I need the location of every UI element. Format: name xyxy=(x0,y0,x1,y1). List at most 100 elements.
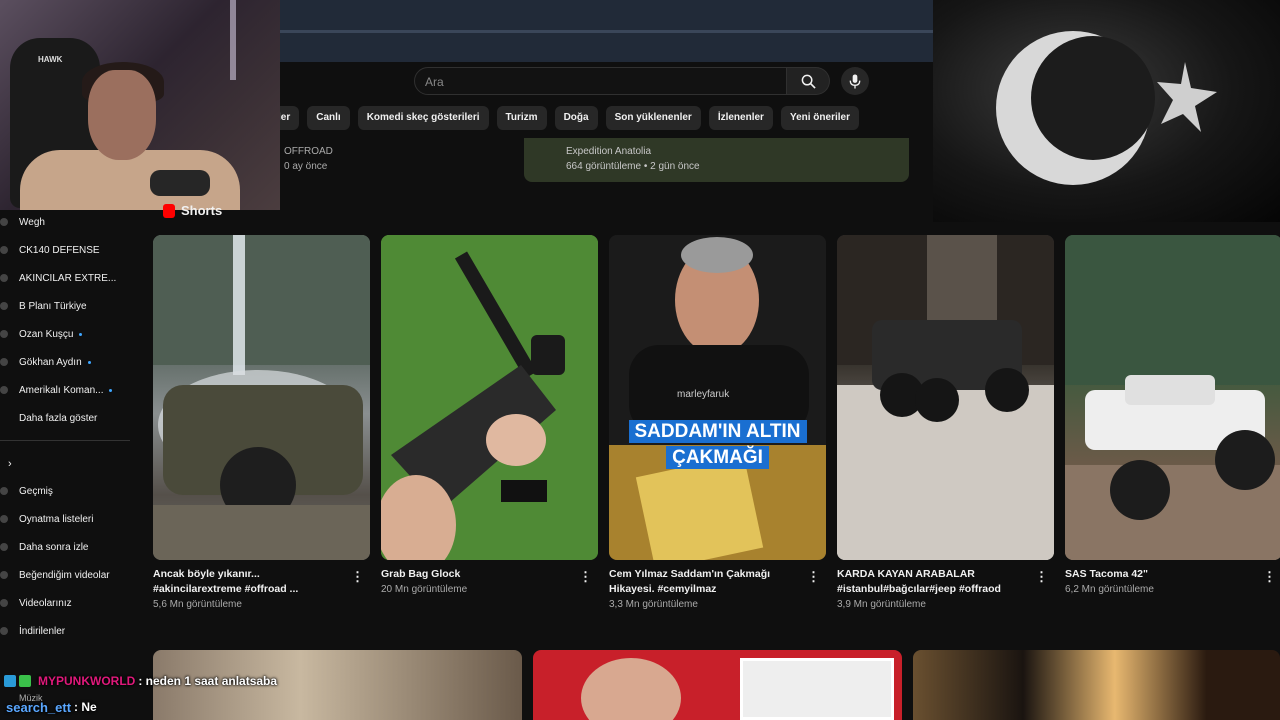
short-views: 5,6 Mn görüntüleme xyxy=(153,599,242,610)
sidebar-item-label: Ozan Kuşçu xyxy=(19,328,74,340)
prev-video-age: 0 ay önce xyxy=(284,161,328,172)
more-options-icon[interactable]: ⋮ xyxy=(1035,569,1048,585)
channel-avatar xyxy=(0,358,8,366)
sidebar-item-label: İndirilenler xyxy=(19,625,66,637)
filter-chips: ler Canlı Komedi skeç gösterileri Turizm… xyxy=(270,106,933,132)
sidebar-item-label: Daha fazla göster xyxy=(19,412,98,424)
channel-avatar xyxy=(0,330,8,338)
channel-avatar xyxy=(0,274,8,282)
playlist-icon xyxy=(0,515,8,523)
sidebar-item-label: Oynatma listeleri xyxy=(19,513,94,525)
turkish-flag-overlay xyxy=(933,0,1280,222)
channel-avatar xyxy=(0,218,8,226)
headset xyxy=(150,170,210,196)
new-content-dot xyxy=(79,332,83,336)
short-card[interactable]: SAS Tacoma 42" 6,2 Mn görüntüleme ⋮ xyxy=(1065,235,1280,595)
sidebar-item-liked-videos[interactable]: Beğendiğim videolar xyxy=(0,563,140,587)
short-card[interactable]: KARDA KAYAN ARABALAR #istanbul#bağcılar#… xyxy=(837,235,1054,610)
chip[interactable]: Turizm xyxy=(496,106,547,130)
more-options-icon[interactable]: ⋮ xyxy=(1263,569,1276,585)
chat-username: search_ett xyxy=(6,699,72,715)
short-thumbnail[interactable] xyxy=(1065,235,1280,560)
short-thumbnail[interactable] xyxy=(381,235,598,560)
stream-top-banner xyxy=(280,0,933,62)
plus-badge-icon xyxy=(19,675,31,687)
sidebar-subscription[interactable]: AKINCILAR EXTRE... xyxy=(0,266,140,290)
sidebar-item-downloads[interactable]: İndirilenler xyxy=(0,619,140,643)
jeep-in-snow-image xyxy=(837,235,1054,560)
search-button[interactable] xyxy=(787,67,830,95)
chip[interactable]: Son yüklenenler xyxy=(605,106,701,130)
video-thumbnail[interactable] xyxy=(913,650,1280,720)
subscriber-badge-icon xyxy=(4,675,16,687)
sidebar-subscription[interactable]: CK140 DEFENSE xyxy=(0,238,140,262)
short-card[interactable]: Grab Bag Glock 20 Mn görüntüleme ⋮ xyxy=(381,235,598,595)
sidebar-item-label: CK140 DEFENSE xyxy=(19,244,100,256)
chip[interactable]: Yeni öneriler xyxy=(780,106,859,130)
sidebar: Wegh CK140 DEFENSE AKINCILAR EXTRE... B … xyxy=(0,210,150,720)
channel-avatar xyxy=(0,302,8,310)
prev-video-channel[interactable]: OFFROAD xyxy=(284,144,333,159)
webcam-overlay: HAWK xyxy=(0,0,280,210)
chevron-right-icon[interactable]: › xyxy=(8,458,12,470)
streamer-face xyxy=(88,70,156,160)
short-thumbnail[interactable] xyxy=(837,235,1054,560)
short-title[interactable]: Grab Bag Glock xyxy=(381,567,571,582)
sidebar-show-more[interactable]: Daha fazla göster xyxy=(0,406,140,430)
short-card[interactable]: marleyfaruk SADDAM'IN ALTIN ÇAKMAĞI Cem … xyxy=(609,235,826,610)
sidebar-item-label: Beğendiğim videolar xyxy=(19,569,110,581)
chip[interactable]: Doğa xyxy=(554,106,598,130)
prev-video-card[interactable]: Expedition Anatolia 664 görüntüleme • 2 … xyxy=(524,138,909,182)
lifted-truck-in-forest-image xyxy=(1065,235,1280,560)
lamp-light xyxy=(230,0,236,80)
search-icon xyxy=(801,74,816,89)
overlay-line-2: ÇAKMAĞI xyxy=(666,446,769,469)
short-views: 3,3 Mn görüntüleme xyxy=(609,599,698,610)
sidebar-item-label: Wegh xyxy=(19,216,45,228)
new-content-dot xyxy=(109,388,113,392)
prev-video-meta: OFFROAD 0 ay önce xyxy=(284,144,333,174)
sidebar-subscription[interactable]: Ozan Kuşçu xyxy=(0,322,140,346)
sidebar-subscription[interactable]: Amerikalı Koman... xyxy=(0,378,140,402)
more-options-icon[interactable]: ⋮ xyxy=(807,569,820,585)
short-card[interactable]: Ancak böyle yıkanır... #akincilarextreme… xyxy=(153,235,370,610)
short-title[interactable]: Cem Yılmaz Saddam'ın Çakmağı Hikayesi. #… xyxy=(609,567,799,597)
offroad-truck-wash-image xyxy=(153,235,370,560)
more-options-icon[interactable]: ⋮ xyxy=(351,569,364,585)
chevron-down-icon xyxy=(0,414,8,422)
short-title[interactable]: Ancak böyle yıkanır... #akincilarextreme… xyxy=(153,567,343,597)
thumbnail-overlay-text: SADDAM'IN ALTIN ÇAKMAĞI xyxy=(621,419,814,471)
sidebar-item-playlists[interactable]: Oynatma listeleri xyxy=(0,507,140,531)
short-thumbnail[interactable] xyxy=(153,235,370,560)
channel-avatar xyxy=(0,386,8,394)
youtube-header xyxy=(280,62,933,100)
video-thumbnail[interactable] xyxy=(533,650,902,720)
short-thumbnail[interactable]: marleyfaruk SADDAM'IN ALTIN ÇAKMAĞI xyxy=(609,235,826,560)
chip[interactable]: Komedi skeç gösterileri xyxy=(357,106,489,130)
sidebar-item-history[interactable]: Geçmiş xyxy=(0,479,140,503)
voice-search-button[interactable] xyxy=(841,67,869,95)
sidebar-subscription[interactable]: Wegh xyxy=(0,210,140,234)
short-title[interactable]: SAS Tacoma 42" xyxy=(1065,567,1255,582)
prev-card-channel[interactable]: Expedition Anatolia xyxy=(566,144,867,159)
history-icon xyxy=(0,487,8,495)
sidebar-subscription[interactable]: Gökhan Aydın xyxy=(0,350,140,374)
rifle-in-forest-image xyxy=(381,235,598,560)
chat-username: MYPUNKWORLD xyxy=(38,674,136,688)
sidebar-subscription[interactable]: B Planı Türkiye xyxy=(0,294,140,318)
stream-chat-overlay: MYPUNKWORLD : neden 1 saat anlatsaba sea… xyxy=(0,668,310,720)
search-input[interactable] xyxy=(415,68,786,96)
more-options-icon[interactable]: ⋮ xyxy=(579,569,592,585)
chip[interactable]: İzlenenler xyxy=(708,106,773,130)
shorts-logo-icon xyxy=(163,203,175,218)
thumbnail-watermark: marleyfaruk xyxy=(677,389,730,400)
sidebar-item-watch-later[interactable]: Daha sonra izle xyxy=(0,535,140,559)
sidebar-item-label: Daha sonra izle xyxy=(19,541,89,553)
sidebar-item-label: B Planı Türkiye xyxy=(19,300,87,312)
sidebar-item-your-videos[interactable]: Videolarınız xyxy=(0,591,140,615)
short-title[interactable]: KARDA KAYAN ARABALAR #istanbul#bağcılar#… xyxy=(837,567,1027,597)
search-box[interactable] xyxy=(414,67,787,96)
chair-logo: HAWK xyxy=(38,55,63,64)
chip[interactable]: Canlı xyxy=(307,106,350,130)
sidebar-item-label: Gökhan Aydın xyxy=(19,356,82,368)
